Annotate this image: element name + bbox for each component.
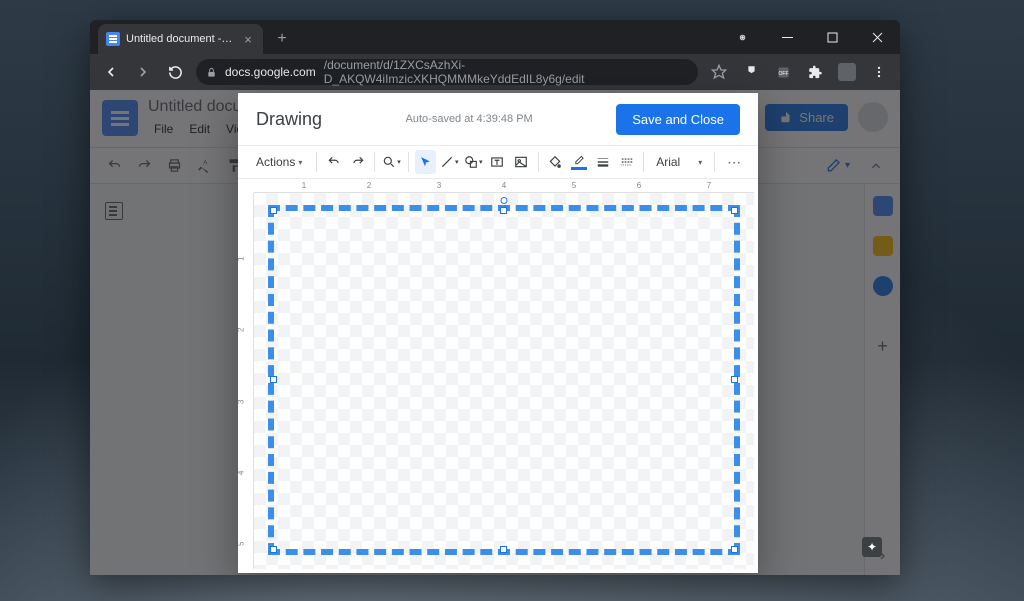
line-tool-icon[interactable]: ▾ [439, 150, 460, 174]
drawing-canvas-area: 1 2 3 4 5 6 7 1 2 3 4 5 [238, 179, 758, 573]
new-tab-button[interactable]: + [269, 26, 295, 52]
rotation-handle[interactable] [501, 197, 508, 204]
browser-window: Untitled document - Google Docs × + [90, 20, 900, 575]
drawing-dialog: Drawing Auto-saved at 4:39:48 PM Save an… [238, 93, 758, 573]
window-controls [720, 20, 900, 54]
address-bar[interactable]: docs.google.com/document/d/1ZXCsAzhXi-D_… [196, 59, 698, 85]
docs-favicon [106, 32, 120, 46]
drawing-title: Drawing [256, 109, 322, 130]
undo-drawing-icon[interactable] [323, 150, 344, 174]
star-bookmark-icon[interactable] [704, 57, 734, 87]
save-and-close-button[interactable]: Save and Close [616, 104, 740, 135]
resize-handle-ne[interactable] [731, 207, 738, 214]
svg-text:OFF: OFF [778, 71, 788, 77]
forward-button[interactable] [128, 57, 158, 87]
browser-menu-icon[interactable] [864, 57, 894, 87]
maximize-button[interactable] [810, 20, 855, 54]
tab-title: Untitled document - Google Docs [126, 33, 235, 45]
back-button[interactable] [96, 57, 126, 87]
resize-handle-w[interactable] [270, 376, 277, 383]
resize-handle-e[interactable] [731, 376, 738, 383]
close-tab-icon[interactable]: × [241, 32, 255, 46]
selected-rectangle-shape[interactable] [268, 205, 740, 555]
reload-button[interactable] [160, 57, 190, 87]
minimize-button[interactable] [765, 20, 810, 54]
resize-handle-nw[interactable] [270, 207, 277, 214]
font-selector[interactable]: Arial [650, 155, 708, 169]
extension-icon-2[interactable]: OFF [768, 57, 798, 87]
drawing-toolbar: Actions ▾ ▾ ▾ [238, 145, 758, 179]
profile-avatar-icon[interactable] [832, 57, 862, 87]
resize-handle-sw[interactable] [270, 546, 277, 553]
url-host: docs.google.com [225, 65, 316, 79]
horizontal-ruler[interactable]: 1 2 3 4 5 6 7 [254, 179, 754, 193]
fill-color-icon[interactable] [545, 150, 566, 174]
extensions-puzzle-icon[interactable] [800, 57, 830, 87]
border-dash-icon[interactable] [616, 150, 637, 174]
redo-drawing-icon[interactable] [347, 150, 368, 174]
actions-menu[interactable]: Actions [248, 151, 310, 173]
close-window-button[interactable] [855, 20, 900, 54]
resize-handle-se[interactable] [731, 546, 738, 553]
resize-handle-n[interactable] [500, 207, 507, 214]
lock-icon [206, 67, 217, 78]
drawing-canvas[interactable] [254, 193, 754, 569]
border-color-icon[interactable] [568, 150, 589, 174]
browser-titlebar: Untitled document - Google Docs × + [90, 20, 900, 54]
vertical-ruler[interactable]: 1 2 3 4 5 [238, 193, 254, 569]
browser-toolbar: docs.google.com/document/d/1ZXCsAzhXi-D_… [90, 54, 900, 90]
resize-handle-s[interactable] [500, 546, 507, 553]
zoom-icon[interactable]: ▾ [381, 150, 402, 174]
url-path: /document/d/1ZXCsAzhXi-D_AKQW4iImzicXKHQ… [324, 58, 688, 86]
drawing-dialog-header: Drawing Auto-saved at 4:39:48 PM Save an… [238, 93, 758, 145]
textbox-tool-icon[interactable] [487, 150, 508, 174]
explore-badge-icon[interactable]: ✦ [862, 537, 882, 557]
image-tool-icon[interactable] [511, 150, 532, 174]
shape-tool-icon[interactable]: ▾ [463, 150, 484, 174]
select-tool-icon[interactable] [415, 150, 436, 174]
browser-tab[interactable]: Untitled document - Google Docs × [98, 24, 263, 54]
docs-app: Untitled document File Edit View Insert … [90, 90, 900, 575]
more-options-icon[interactable]: ⋯ [721, 154, 748, 171]
border-color-swatch [571, 167, 587, 170]
incognito-icon[interactable] [720, 20, 765, 54]
border-weight-icon[interactable] [592, 150, 613, 174]
extension-icon-1[interactable] [736, 57, 766, 87]
autosave-status: Auto-saved at 4:39:48 PM [338, 113, 600, 125]
extensions-row: OFF [736, 57, 894, 87]
